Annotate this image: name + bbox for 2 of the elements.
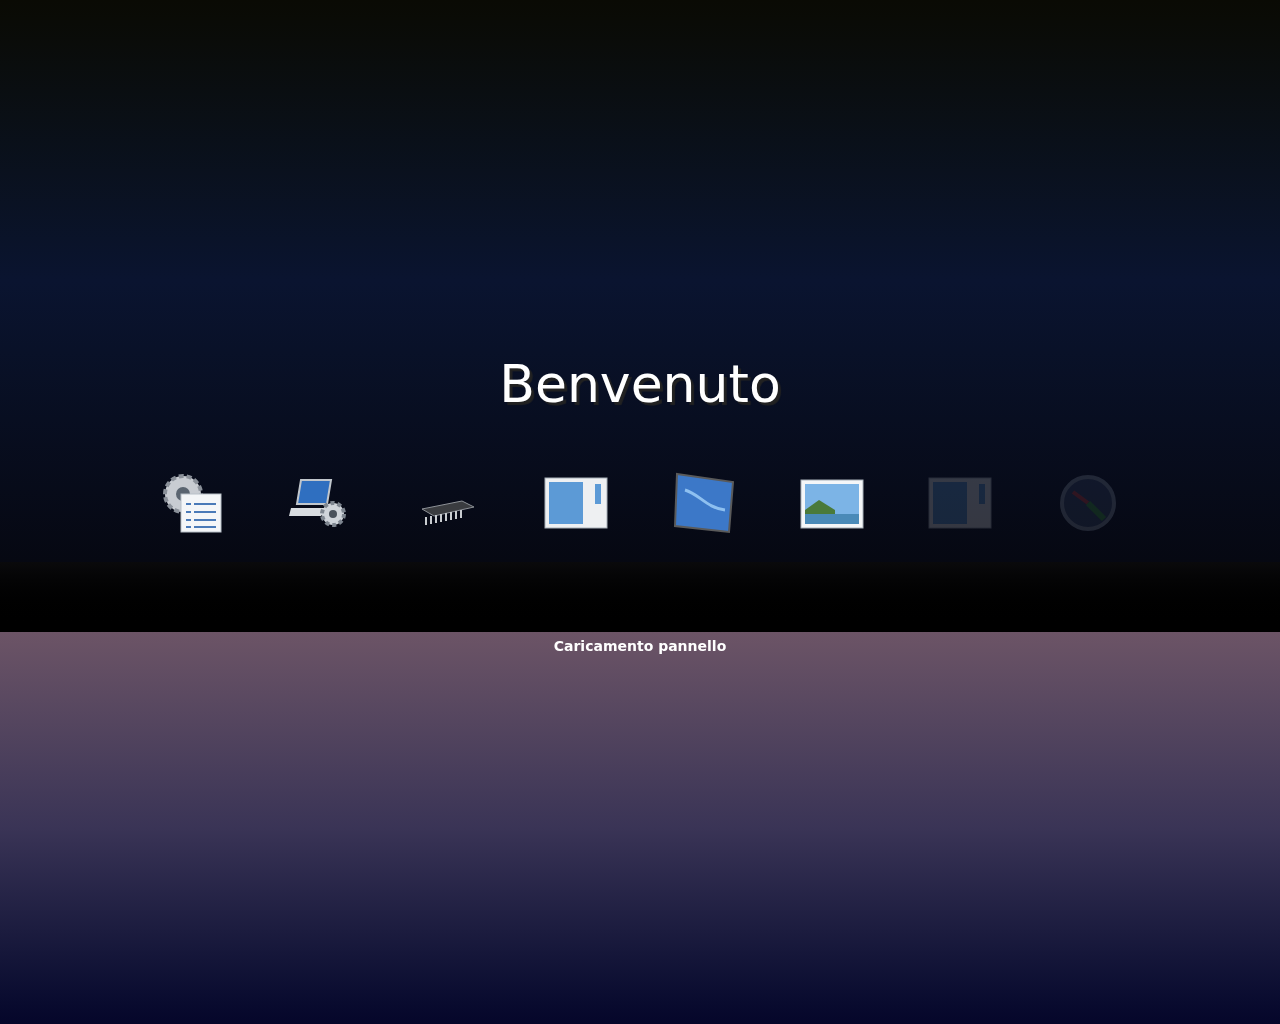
welcome-title: Benvenuto <box>499 353 781 416</box>
status-text: Caricamento pannello <box>553 637 727 656</box>
